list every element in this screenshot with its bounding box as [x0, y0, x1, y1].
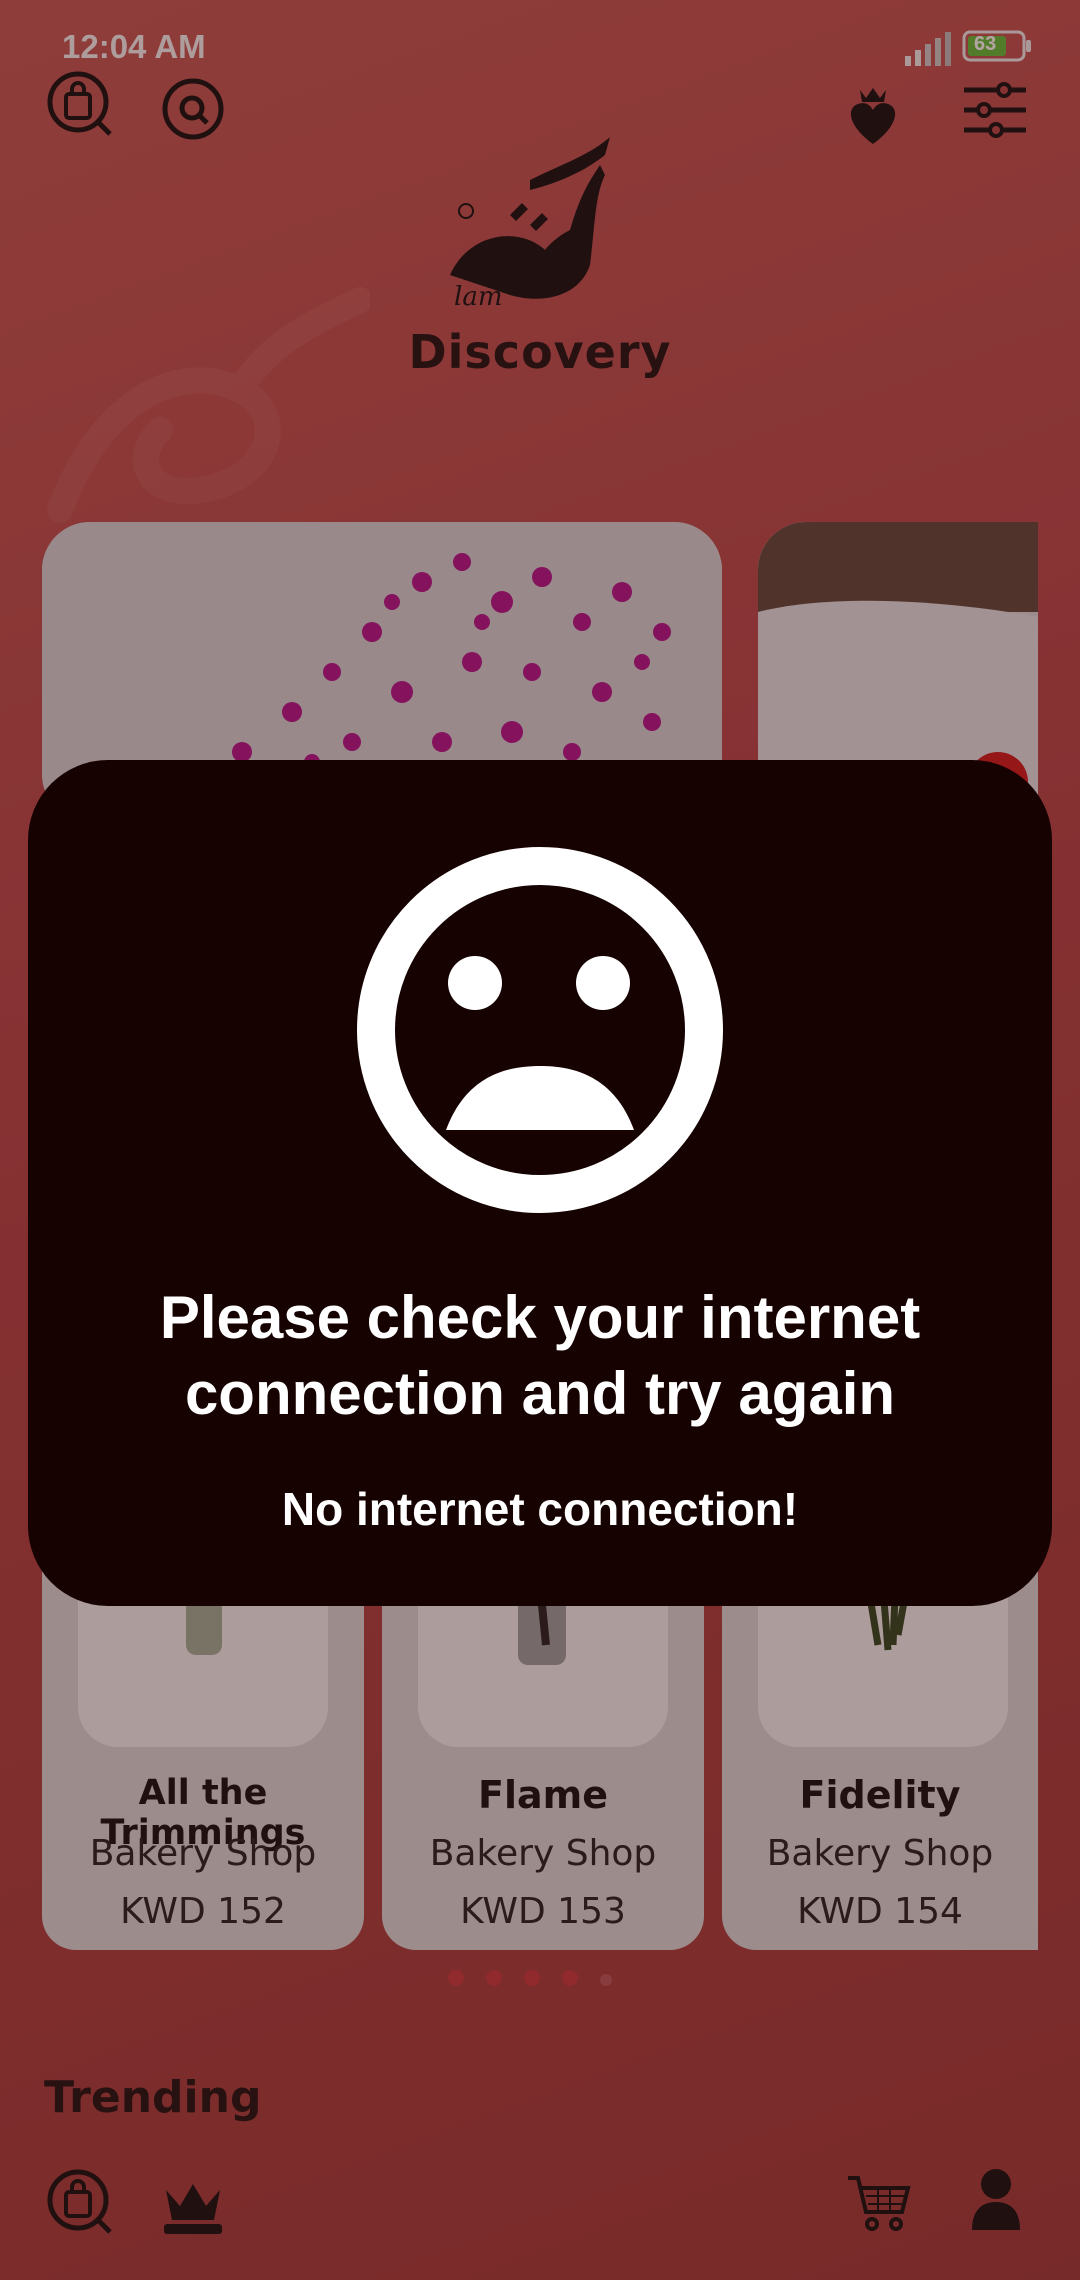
error-subtitle: No internet connection! [281, 1483, 799, 1535]
error-message: Please check your internet connection an… [159, 1284, 921, 1427]
sad-face-icon [357, 847, 723, 1213]
